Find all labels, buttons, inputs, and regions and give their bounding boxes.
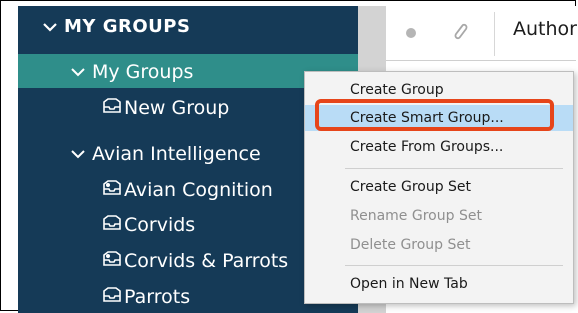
- menu-item-create-group-set[interactable]: Create Group Set: [305, 174, 573, 200]
- sidebar-item-label: Corvids & Parrots: [124, 249, 289, 272]
- sidebar-item-label: Parrots: [124, 285, 191, 308]
- group-folder-icon: [102, 208, 122, 242]
- menu-item-create-from-groups[interactable]: Create From Groups...: [305, 134, 573, 160]
- callout-highlight-box: [315, 99, 554, 131]
- menu-item-delete-group-set: Delete Group Set: [350, 237, 471, 253]
- sidebar-item-label: Avian Cognition: [124, 178, 273, 201]
- read-status-column-icon[interactable]: [406, 28, 416, 38]
- sidebar-item-label: Corvids: [124, 213, 196, 236]
- sidebar-item-label: My Groups: [92, 60, 194, 83]
- menu-item-rename-group-set: Rename Group Set: [350, 208, 482, 224]
- section-header-label: MY GROUPS: [64, 16, 191, 37]
- menu-separator: [345, 168, 563, 169]
- sidebar-item-label: New Group: [124, 96, 230, 119]
- chevron-down-icon[interactable]: [70, 138, 86, 172]
- menu-item-open-in-new-tab[interactable]: Open in New Tab: [305, 271, 573, 297]
- paperclip-icon[interactable]: [450, 20, 470, 48]
- chevron-down-icon[interactable]: [70, 56, 86, 90]
- group-folder-icon: [102, 91, 122, 125]
- reference-table-header: Author: [386, 6, 577, 61]
- column-divider: [494, 12, 495, 56]
- smart-group-icon: [102, 244, 122, 278]
- smart-group-icon: [102, 173, 122, 207]
- group-folder-icon: [102, 280, 122, 313]
- sidebar-item-label: Avian Intelligence: [92, 142, 261, 165]
- menu-separator: [345, 265, 563, 266]
- my-groups-section-header[interactable]: MY GROUPS: [42, 16, 190, 37]
- author-column-header[interactable]: Author: [513, 18, 577, 40]
- chevron-down-icon[interactable]: [42, 20, 58, 36]
